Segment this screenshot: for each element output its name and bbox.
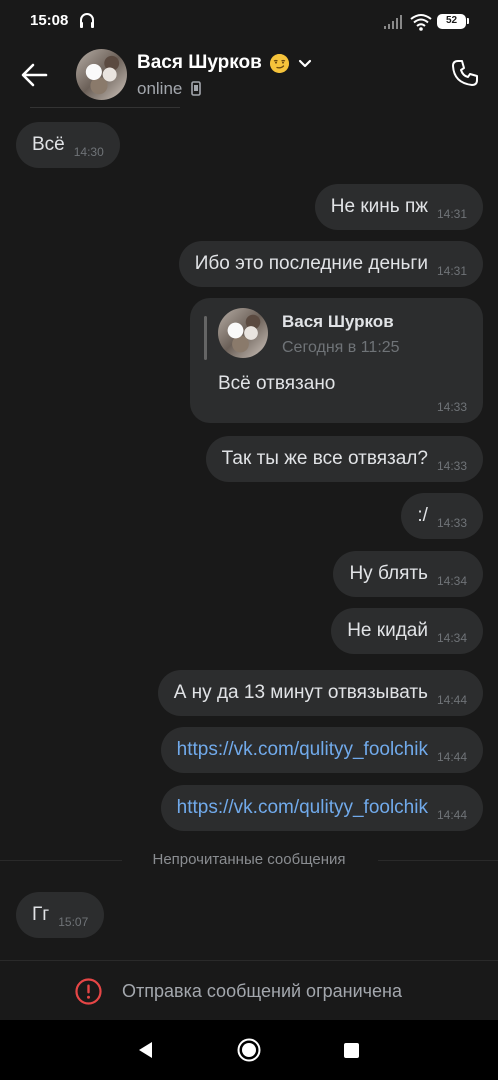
message-out-link[interactable]: https://vk.com/qulityy_foolchik 14:44 xyxy=(160,785,483,831)
status-bar: 15:08 52 xyxy=(0,0,498,44)
message-time: 14:31 xyxy=(436,264,467,278)
message-out[interactable]: :/ 14:33 xyxy=(401,493,483,539)
message-in[interactable]: Гг 15:07 xyxy=(16,892,105,938)
message-text: А ну да 13 минут отвязывать xyxy=(173,682,428,703)
restricted-bar: Отправка сообщений ограничена xyxy=(0,960,498,1020)
message-time: 14:30 xyxy=(73,145,104,159)
headphones-icon xyxy=(80,13,94,28)
wifi-icon xyxy=(410,14,432,31)
unread-label: Непрочитанные сообщения xyxy=(152,851,346,868)
message-text: Гг xyxy=(32,904,50,925)
restricted-text: Отправка сообщений ограничена xyxy=(122,981,402,1001)
status-time: 15:08 xyxy=(30,12,69,29)
message-text: Ибо это последние деньги xyxy=(194,253,428,274)
signal-icon xyxy=(384,15,402,29)
message-text: Не кидай xyxy=(347,620,428,641)
mobile-phone-icon xyxy=(191,81,201,96)
message-text: Не кинь пж xyxy=(330,196,428,217)
message-time: 15:07 xyxy=(58,915,89,929)
message-text: Ну блять xyxy=(349,563,428,584)
message-in[interactable]: Всё 14:30 xyxy=(16,122,120,168)
message-time: 14:33 xyxy=(436,400,467,414)
phone-icon[interactable] xyxy=(450,58,480,88)
reply-message[interactable]: Вася Шурков Сегодня в 11:25 Всё отвязано… xyxy=(190,298,483,423)
chat-header: Вася Шурков online xyxy=(0,44,498,108)
nav-home-icon[interactable] xyxy=(237,1038,261,1062)
unread-divider: Непрочитанные сообщения xyxy=(0,850,498,870)
message-text: :/ xyxy=(417,505,428,526)
message-out[interactable]: Не кидай 14:34 xyxy=(331,608,483,654)
reply-avatar xyxy=(218,308,268,358)
reply-quoted-name: Вася Шурков xyxy=(282,312,394,331)
avatar[interactable] xyxy=(76,49,127,100)
message-out[interactable]: Не кинь пж 14:31 xyxy=(314,184,483,230)
message-time: 14:34 xyxy=(436,631,467,645)
contact-name[interactable]: Вася Шурков xyxy=(137,52,262,74)
battery-icon: 52 xyxy=(437,14,469,29)
reply-text: Всё отвязано xyxy=(218,373,336,394)
header-divider xyxy=(30,107,180,108)
nav-back-icon[interactable] xyxy=(136,1040,154,1060)
message-time: 14:33 xyxy=(436,459,467,473)
message-out-link[interactable]: https://vk.com/qulityy_foolchik 14:44 xyxy=(160,727,483,773)
contact-status: online xyxy=(137,79,201,99)
message-text: Всё xyxy=(32,134,65,155)
arrow-left-icon[interactable] xyxy=(18,60,52,90)
message-time: 14:44 xyxy=(436,750,467,764)
chevron-down-icon[interactable] xyxy=(298,59,312,69)
message-time: 14:44 xyxy=(436,693,467,707)
message-time: 14:31 xyxy=(436,207,467,221)
warning-circle-icon xyxy=(75,978,102,1005)
message-out[interactable]: Ну блять 14:34 xyxy=(333,551,483,597)
reply-quote-bar xyxy=(204,316,207,360)
system-nav-bar xyxy=(0,1020,498,1080)
message-out[interactable]: Ибо это последние деньги 14:31 xyxy=(178,241,483,287)
message-link[interactable]: https://vk.com/qulityy_foolchik xyxy=(177,739,428,761)
message-out[interactable]: Так ты же все отвязал? 14:33 xyxy=(205,436,483,482)
message-link[interactable]: https://vk.com/qulityy_foolchik xyxy=(177,797,428,819)
message-time: 14:44 xyxy=(436,808,467,822)
message-out[interactable]: А ну да 13 минут отвязывать 14:44 xyxy=(157,670,483,716)
message-time: 14:33 xyxy=(436,516,467,530)
message-time: 14:34 xyxy=(436,574,467,588)
message-text: Так ты же все отвязал? xyxy=(221,448,428,469)
reply-quoted-date: Сегодня в 11:25 xyxy=(282,339,400,356)
smirk-emoji-icon xyxy=(270,54,289,73)
nav-recent-icon[interactable] xyxy=(344,1043,359,1058)
